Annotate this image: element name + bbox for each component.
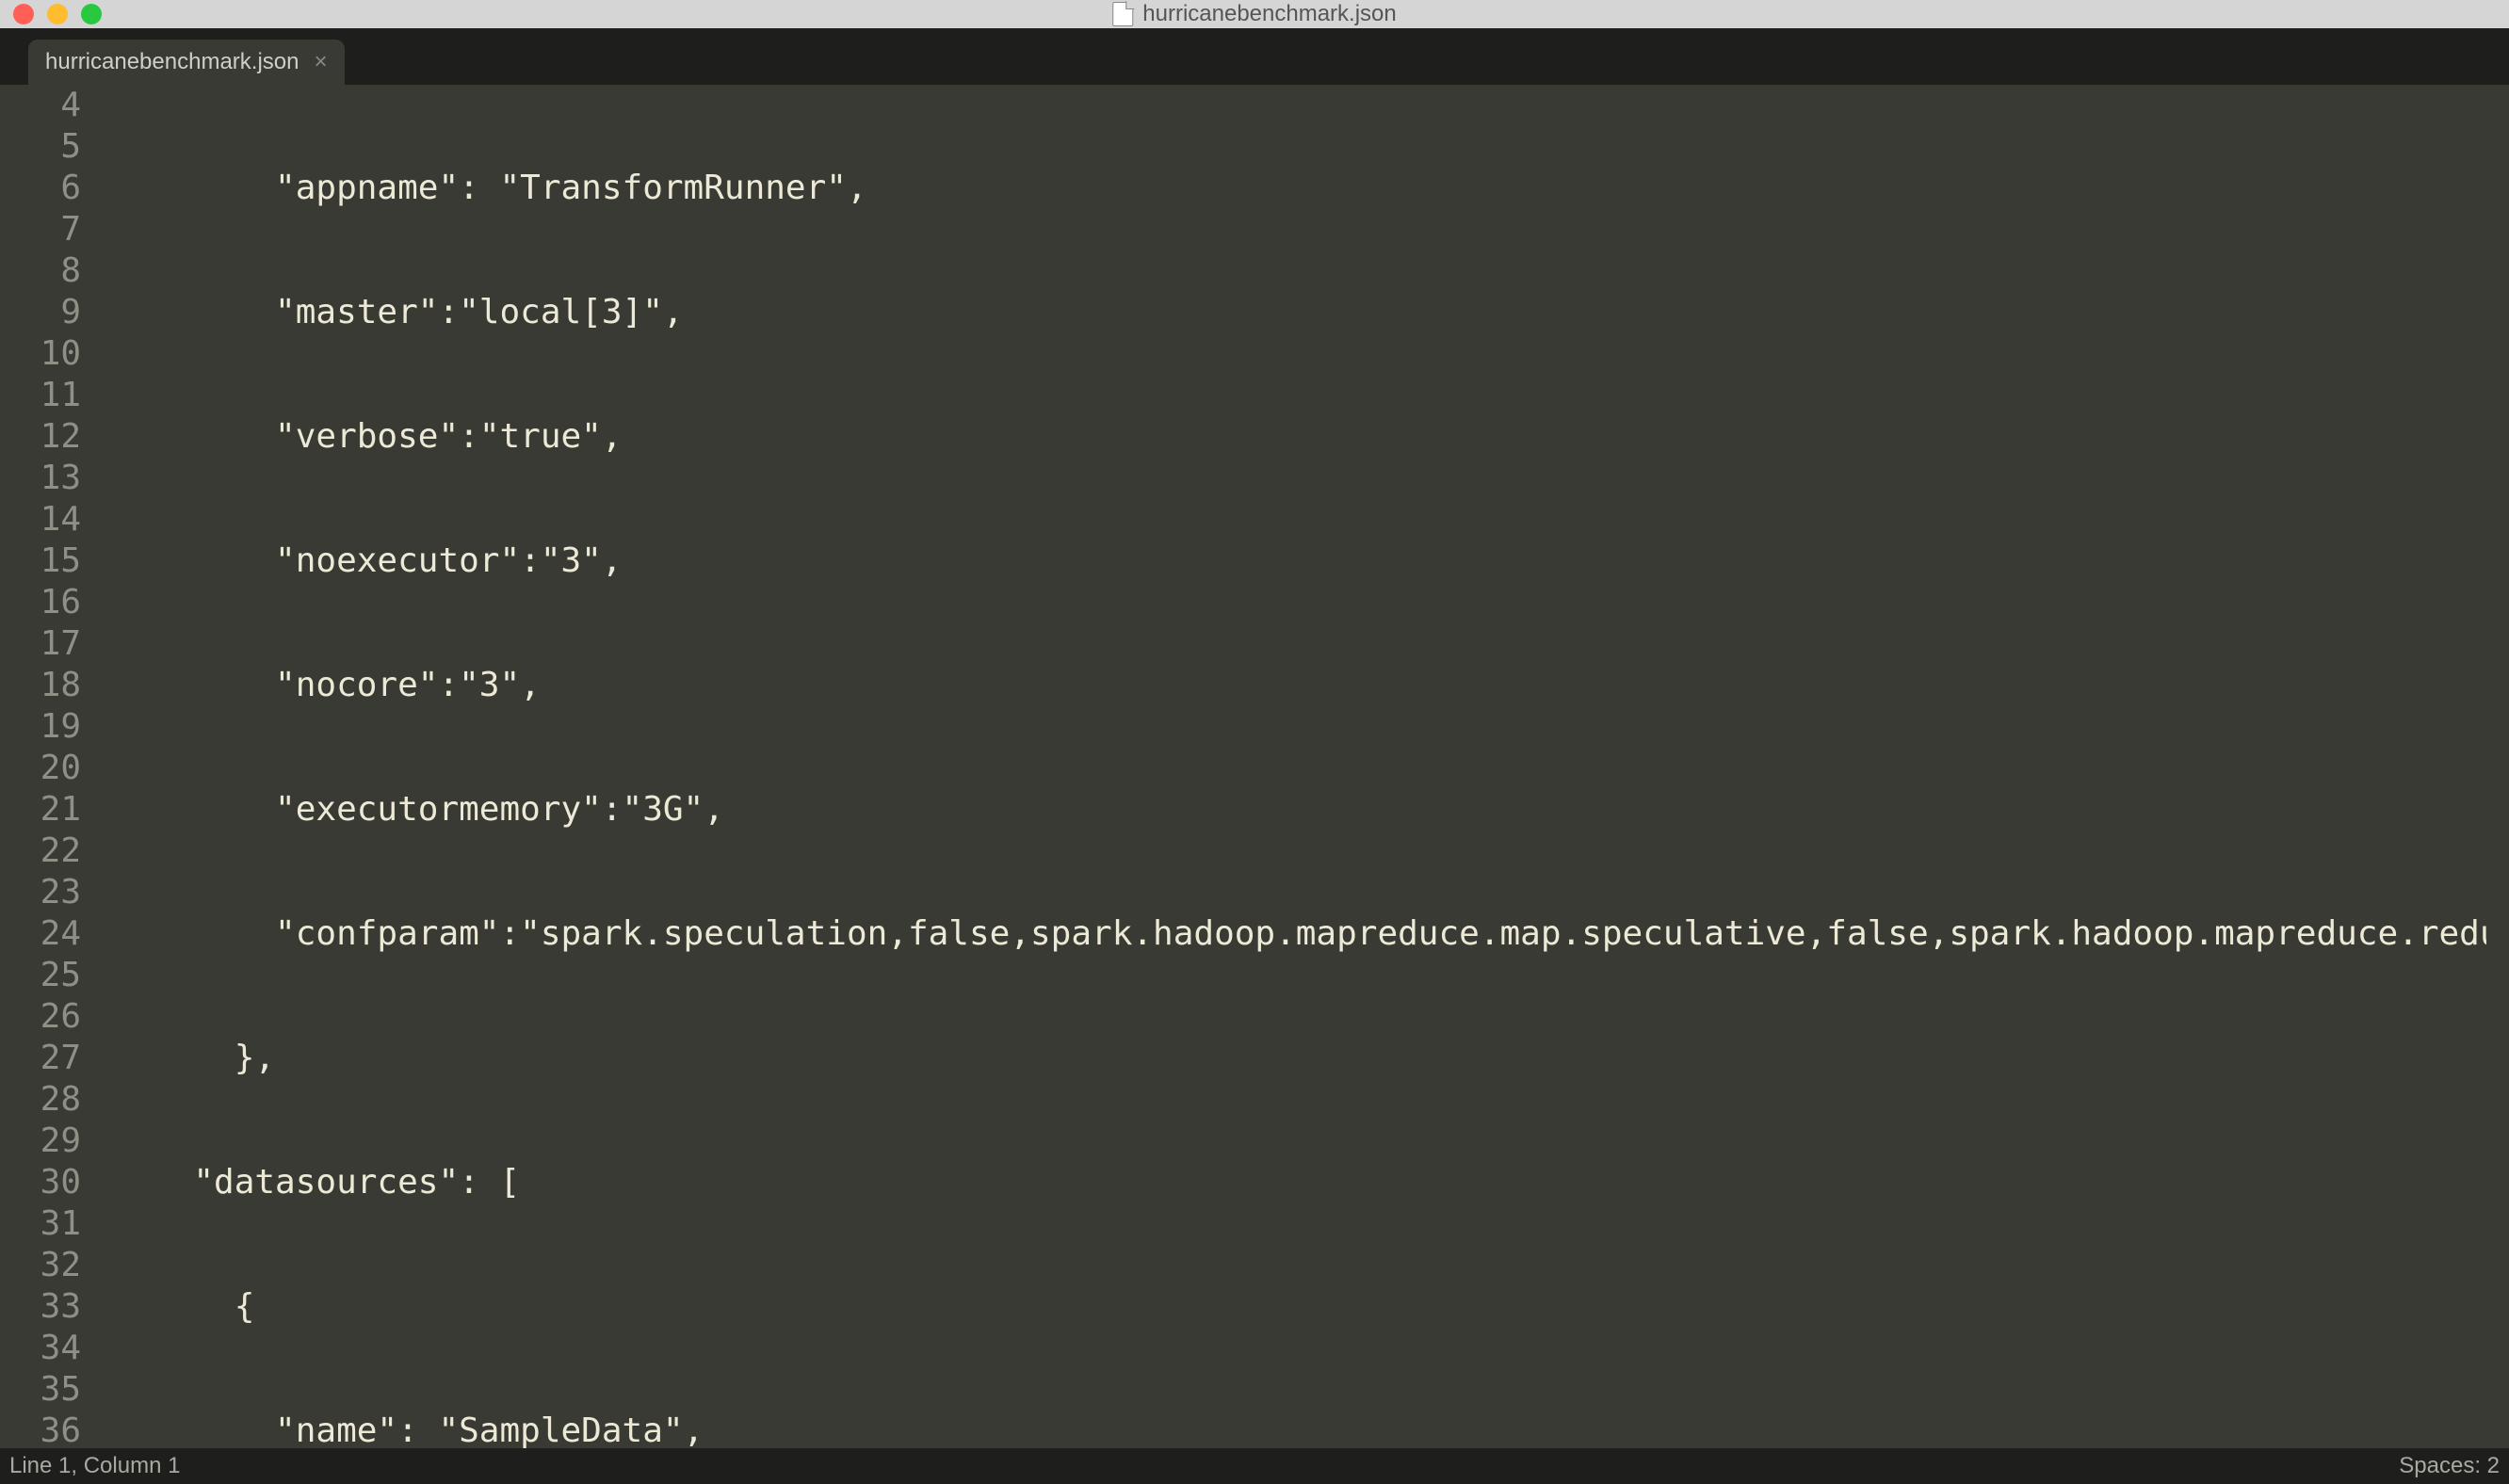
line-number: 20 [0,748,81,789]
line-number: 28 [0,1079,81,1121]
close-icon[interactable]: × [314,51,327,73]
line-number: 12 [0,416,81,458]
line-number: 27 [0,1038,81,1079]
fold-column [100,85,153,1448]
line-number: 10 [0,333,81,375]
line-number: 5 [0,126,81,168]
line-number: 33 [0,1286,81,1328]
minimap[interactable] [2486,85,2509,1448]
cursor-position[interactable]: Line 1, Column 1 [9,1453,180,1479]
line-number: 31 [0,1203,81,1245]
line-number: 16 [0,582,81,623]
line-number: 21 [0,789,81,831]
line-number: 15 [0,540,81,582]
tab-label: hurricanebenchmark.json [45,49,299,75]
code-line[interactable]: "executormemory":"3G", [153,789,2486,831]
line-number: 11 [0,375,81,416]
code-line[interactable]: "name": "SampleData", [153,1411,2486,1448]
line-number: 30 [0,1162,81,1203]
line-number: 35 [0,1369,81,1411]
line-number: 6 [0,168,81,209]
line-number: 25 [0,955,81,996]
line-number: 34 [0,1328,81,1369]
file-icon [1112,2,1133,26]
code-line[interactable]: "master":"local[3]", [153,292,2486,333]
code-line[interactable]: "appname": "TransformRunner", [153,168,2486,209]
close-window-button[interactable] [13,4,34,24]
line-number: 29 [0,1121,81,1162]
editor[interactable]: 4 5 6 7 8 9 10 11 12 13 14 15 16 17 18 1… [0,85,2509,1448]
maximize-window-button[interactable] [81,4,102,24]
window-title: hurricanebenchmark.json [1112,1,1396,27]
line-number: 23 [0,872,81,913]
line-number: 17 [0,623,81,665]
code-line[interactable]: "nocore":"3", [153,665,2486,706]
line-number: 4 [0,85,81,126]
tabs-bar: hurricanebenchmark.json × [0,28,2509,85]
line-number: 18 [0,665,81,706]
line-number: 8 [0,250,81,292]
line-number: 36 [0,1411,81,1452]
status-bar: Line 1, Column 1 Spaces: 2 [0,1448,2509,1484]
line-number: 14 [0,499,81,540]
code-area[interactable]: "appname": "TransformRunner", "master":"… [153,85,2486,1448]
code-line[interactable]: { [153,1286,2486,1328]
tab-hurricanebenchmark[interactable]: hurricanebenchmark.json × [28,40,345,85]
line-number: 13 [0,458,81,499]
window-title-text: hurricanebenchmark.json [1142,1,1396,27]
line-number: 7 [0,209,81,250]
code-line[interactable]: "verbose":"true", [153,416,2486,458]
code-line[interactable]: "confparam":"spark.speculation,false,spa… [153,913,2486,955]
code-line[interactable]: }, [153,1038,2486,1079]
line-number: 26 [0,996,81,1038]
line-number: 32 [0,1245,81,1286]
line-number-gutter: 4 5 6 7 8 9 10 11 12 13 14 15 16 17 18 1… [0,85,100,1448]
indentation-setting[interactable]: Spaces: 2 [2399,1453,2500,1479]
code-line[interactable]: "noexecutor":"3", [153,540,2486,582]
line-number: 9 [0,292,81,333]
title-bar: hurricanebenchmark.json [0,0,2509,28]
line-number: 19 [0,706,81,748]
code-line[interactable]: "datasources": [ [153,1162,2486,1203]
traffic-lights [13,4,102,24]
line-number: 22 [0,831,81,872]
line-number: 24 [0,913,81,955]
minimize-window-button[interactable] [47,4,68,24]
